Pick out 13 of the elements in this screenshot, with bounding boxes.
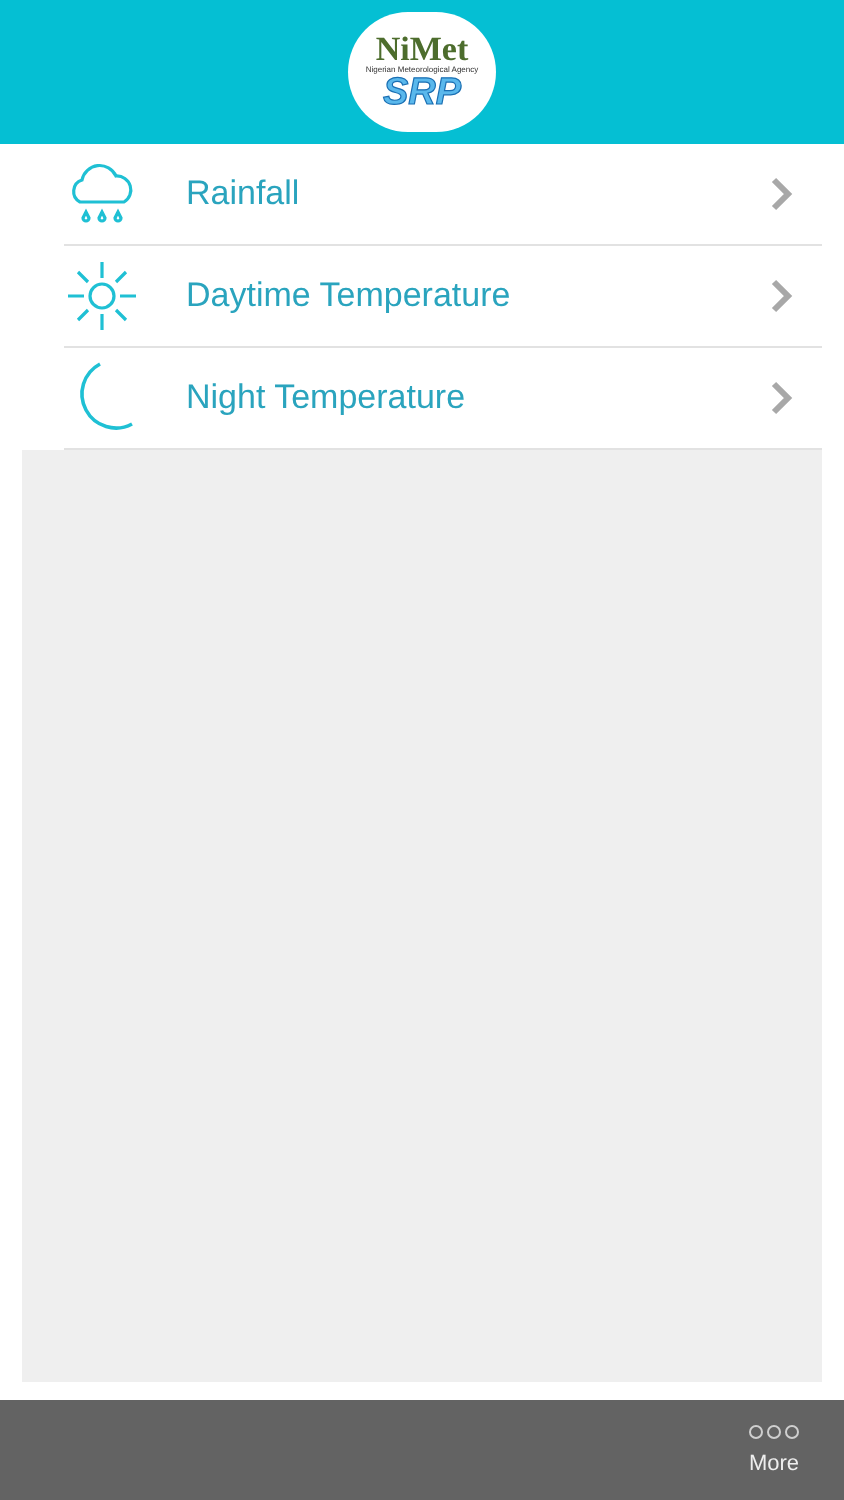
more-tab[interactable]: More	[704, 1400, 844, 1500]
menu-label: Night Temperature	[186, 378, 468, 418]
menu-label: Rainfall	[186, 174, 302, 214]
chevron-icon	[770, 278, 794, 314]
chevron-icon	[770, 380, 794, 416]
logo-name: NiMet	[375, 32, 469, 66]
logo-product: SRP	[382, 74, 462, 112]
menu-item[interactable]: Rainfall	[64, 144, 822, 246]
chevron-icon	[770, 176, 794, 212]
sun-icon	[66, 260, 138, 332]
more-icon	[748, 1424, 800, 1440]
menu-label: Daytime Temperature	[186, 276, 513, 316]
menu-item[interactable]: Daytime Temperature	[64, 246, 822, 348]
